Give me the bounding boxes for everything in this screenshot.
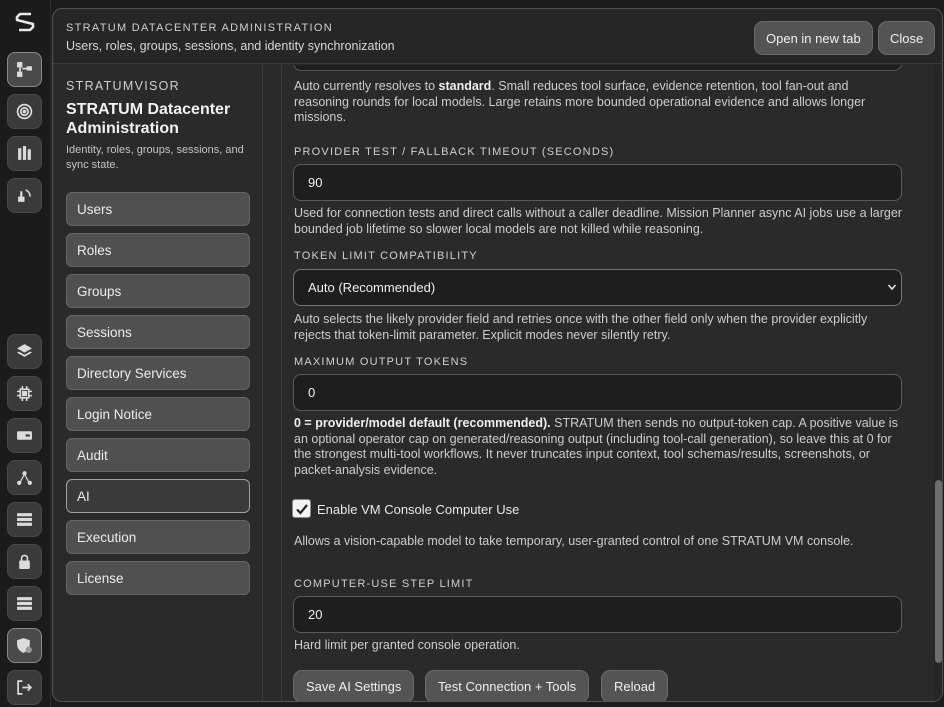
reload-button[interactable]: Reload — [601, 670, 669, 701]
target-icon[interactable] — [7, 94, 42, 129]
admin-nav: STRATUMVISOR STRATUM Datacenter Administ… — [53, 65, 263, 701]
modal-subtitle: Users, roles, groups, sessions, and iden… — [66, 39, 395, 53]
context-profile-help: Auto currently resolves to standard. Sma… — [294, 79, 866, 124]
nav-item-roles[interactable]: Roles — [66, 233, 250, 267]
token-compat-label: TOKEN LIMIT COMPATIBILITY — [294, 250, 478, 262]
step-limit-input[interactable]: 20 — [293, 596, 902, 633]
save-ai-settings-button[interactable]: Save AI Settings — [293, 670, 415, 701]
drive-icon[interactable] — [7, 418, 42, 453]
checkmark-icon — [295, 503, 308, 515]
network-icon[interactable] — [7, 460, 42, 495]
cluster-icon[interactable] — [7, 136, 42, 171]
storage-icon[interactable] — [7, 502, 42, 537]
vm-console-checkbox[interactable] — [292, 499, 311, 518]
max-tokens-input[interactable]: 0 — [293, 374, 902, 411]
nav-item-users[interactable]: Users — [66, 192, 250, 226]
nav-item-groups[interactable]: Groups — [66, 274, 250, 308]
shield-user-icon[interactable] — [7, 628, 42, 663]
nav-item-directory-services[interactable]: Directory Services — [66, 356, 250, 390]
nav-description: Identity, roles, groups, sessions, and s… — [66, 144, 244, 171]
resolved-profile: standard — [438, 79, 492, 93]
admin-modal: STRATUM DATACENTER ADMINISTRATION Users,… — [52, 8, 943, 702]
open-in-new-tab-button[interactable]: Open in new tab — [754, 21, 873, 55]
token-compat-help: Auto selects the likely provider field a… — [294, 312, 868, 342]
chip-icon[interactable] — [7, 376, 42, 411]
timeout-help: Used for connection tests and direct cal… — [294, 206, 902, 236]
step-limit-label: COMPUTER-USE STEP LIMIT — [294, 578, 474, 590]
nav-item-ai[interactable]: AI — [66, 479, 250, 513]
token-compat-select[interactable]: Auto (Recommended) — [293, 269, 902, 306]
lock-icon[interactable] — [7, 544, 42, 579]
nav-item-execution[interactable]: Execution — [66, 520, 250, 554]
vm-console-help: Allows a vision-capable model to take te… — [294, 534, 854, 548]
modal-header: STRATUM DATACENTER ADMINISTRATION Users,… — [53, 9, 942, 64]
close-button[interactable]: Close — [878, 21, 936, 55]
sensor-icon[interactable] — [7, 178, 42, 213]
stratum-logo-icon[interactable] — [13, 10, 37, 34]
nav-item-license[interactable]: License — [66, 561, 250, 595]
topology-icon[interactable] — [7, 52, 42, 87]
chevron-down-icon — [887, 284, 897, 291]
max-tokens-help: 0 = provider/model default (recommended)… — [294, 416, 898, 477]
nav-item-audit[interactable]: Audit — [66, 438, 250, 472]
logout-icon[interactable] — [7, 670, 42, 705]
scrollbar-thumb[interactable] — [935, 480, 942, 663]
ai-settings-panel: Auto currently resolves to standard. Sma… — [264, 65, 942, 701]
modal-eyebrow: STRATUM DATACENTER ADMINISTRATION — [66, 22, 333, 34]
step-limit-help: Hard limit per granted console operation… — [294, 638, 520, 652]
server-list-icon[interactable] — [7, 586, 42, 621]
nav-eyebrow: STRATUMVISOR — [66, 79, 180, 93]
ai-settings-form: Auto currently resolves to standard. Sma… — [281, 65, 937, 701]
nav-item-sessions[interactable]: Sessions — [66, 315, 250, 349]
content-scrollbar[interactable] — [934, 65, 942, 701]
timeout-input[interactable]: 90 — [293, 164, 902, 201]
icon-rail — [0, 0, 51, 707]
context-profile-select[interactable] — [293, 65, 902, 71]
nav-title: STRATUM Datacenter Administration — [66, 101, 231, 137]
timeout-label: PROVIDER TEST / FALLBACK TIMEOUT (SECOND… — [294, 146, 615, 158]
layers-icon[interactable] — [7, 334, 42, 369]
max-tokens-label: MAXIMUM OUTPUT TOKENS — [294, 356, 469, 368]
token-compat-value: Auto (Recommended) — [308, 280, 436, 295]
nav-item-login-notice[interactable]: Login Notice — [66, 397, 250, 431]
vm-console-label[interactable]: Enable VM Console Computer Use — [317, 502, 519, 517]
test-connection-button[interactable]: Test Connection + Tools — [425, 670, 590, 701]
